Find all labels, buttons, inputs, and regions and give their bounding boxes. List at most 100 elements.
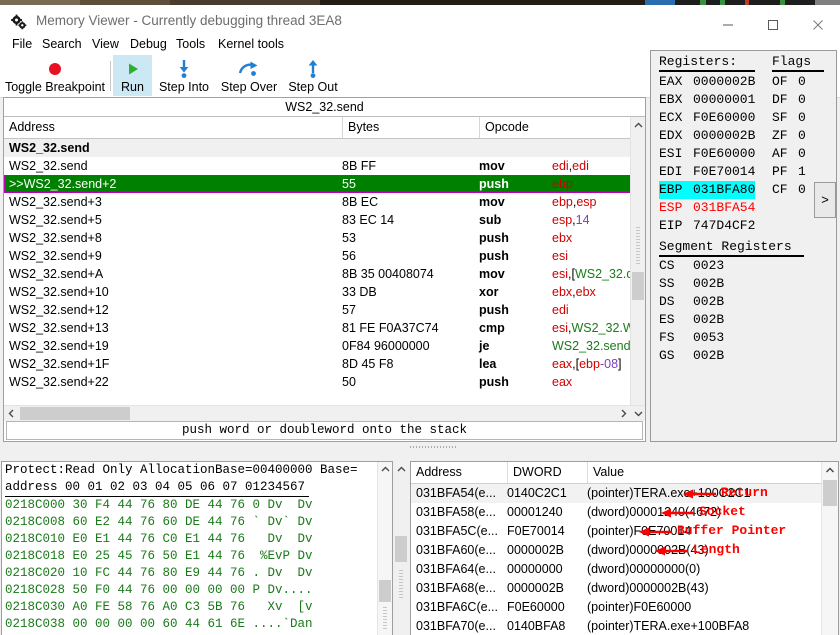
flag-row-af[interactable]: AF 0 — [772, 145, 806, 163]
disassembly-bytes: 8B 35 00408074 — [342, 267, 434, 281]
hexdump-row[interactable]: 0218C020 10 FC 44 76 80 E9 44 76 . Dv Dv — [5, 565, 313, 582]
disassembly-operands: edi,edi — [552, 159, 589, 173]
hex-scroll-thumb[interactable] — [379, 580, 391, 602]
hexdump-row[interactable]: 0218C030 A0 FE 58 76 A0 C3 5B 76 Xv [v — [5, 599, 313, 616]
disassembly-row[interactable]: WS2_32.send+13 81 FE F0A37C74 cmp esi,WS2_3… — [4, 319, 631, 337]
menu-search[interactable]: Search — [36, 35, 88, 53]
scroll-up-icon[interactable] — [631, 117, 645, 133]
register-row-ebx[interactable]: EBX 00000001 — [659, 91, 755, 109]
splitter-collapse-icon[interactable] — [394, 462, 408, 476]
stack-pane: Address DWORD Value 031BFA54(e... 0140C2C… — [410, 461, 839, 635]
scroll-right-icon[interactable] — [616, 406, 631, 421]
menu-kernel-tools[interactable]: Kernel tools — [212, 35, 290, 53]
flag-row-zf[interactable]: ZF 0 — [772, 127, 806, 145]
disassembly-row[interactable]: WS2_32.send+12 57 push edi — [4, 301, 631, 319]
toggle-breakpoint-button[interactable]: Toggle Breakpoint — [0, 55, 110, 96]
register-row-eip[interactable]: EIP 747D4CF2 — [659, 217, 755, 235]
section-label: WS2_32.send — [9, 141, 90, 155]
hexdump-row[interactable]: 0218C008 60 E2 44 76 60 DE 44 76 ` Dv` D… — [5, 514, 313, 531]
segment-row-ds[interactable]: DS 002B — [659, 293, 724, 311]
hexdump-row[interactable]: 0218C010 E0 E1 44 76 C0 E1 44 76 Dv Dv — [5, 531, 313, 548]
flag-row-pf[interactable]: PF 1 — [772, 163, 806, 181]
stack-scroll-thumb[interactable] — [823, 480, 837, 506]
stack-scroll-up-icon[interactable] — [822, 462, 838, 479]
flag-name: OF — [772, 74, 788, 89]
disassembly-row[interactable]: WS2_32.send+19 0F84 96000000 je WS2_32.send… — [4, 337, 631, 355]
disassembly-row[interactable]: WS2_32.send+22 50 push eax — [4, 373, 631, 391]
hexdump-row[interactable]: 0218C038 00 00 00 00 60 44 61 6E ....`Da… — [5, 616, 313, 633]
vertical-splitter[interactable] — [394, 452, 408, 635]
disassembly-row[interactable]: WS2_32.send+3 8B EC mov ebp,esp — [4, 193, 631, 211]
hexdump-row[interactable]: 0218C028 50 F0 44 76 00 00 00 00 P Dv...… — [5, 582, 313, 599]
stack-row[interactable]: 031BFA58(e... 00001240 (dword)00001240(467… — [411, 503, 823, 522]
segment-row-es[interactable]: ES 002B — [659, 311, 724, 329]
scroll-corner-down-icon[interactable] — [631, 406, 645, 421]
expand-registers-button[interactable]: > — [814, 182, 836, 218]
stack-value: (dword)0000002B(43) — [587, 581, 709, 595]
stack-address: 031BFA6C(e... — [416, 600, 498, 614]
disassembly-row[interactable]: >>WS2_32.send+2 55 push ebp — [4, 175, 631, 193]
menu-debug[interactable]: Debug — [124, 35, 173, 53]
menu-tools[interactable]: Tools — [170, 35, 211, 53]
register-row-esp[interactable]: ESP 031BFA54 — [659, 199, 755, 217]
disassembly-row[interactable]: WS2_32.send+1F 8D 45 F8 lea eax,[ebp-08] — [4, 355, 631, 373]
segment-value: 002B — [693, 312, 725, 327]
segment-row-ss[interactable]: SS 002B — [659, 275, 724, 293]
disassembly-vertical-scrollbar[interactable] — [630, 117, 645, 416]
stack-row[interactable]: 031BFA70(e... 0140BFA8 (pointer)TERA.exe+1… — [411, 617, 823, 635]
stack-column-header-address[interactable]: Address — [411, 462, 507, 483]
disassembly-horizontal-scrollbar[interactable] — [4, 405, 645, 421]
scroll-left-icon[interactable] — [4, 406, 19, 421]
stack-row[interactable]: 031BFA64(e... 00000000 (dword)00000000(0) — [411, 560, 823, 579]
step-over-button[interactable]: Step Over — [216, 55, 282, 96]
disassembly-row[interactable]: WS2_32.send+10 33 DB xor ebx,ebx — [4, 283, 631, 301]
register-row-ebp[interactable]: EBP 031BFA80 — [659, 181, 756, 199]
hexdump-rows[interactable]: 0218C000 30 F4 44 76 80 DE 44 76 0 Dv Dv… — [5, 497, 313, 635]
segment-row-gs[interactable]: GS 002B — [659, 347, 724, 365]
disassembly-row[interactable]: WS2_32.send+8 53 push ebx — [4, 229, 631, 247]
menu-view[interactable]: View — [86, 35, 125, 53]
flag-row-of[interactable]: OF 0 — [772, 73, 806, 91]
flag-row-sf[interactable]: SF 0 — [772, 109, 806, 127]
disassembly-pane: WS2_32.send Address Bytes Opcode WS2_32.… — [3, 97, 646, 442]
hscroll-thumb[interactable] — [20, 407, 130, 420]
annotation-arrow-icon — [655, 545, 689, 560]
splitter-thumb[interactable] — [395, 536, 407, 562]
register-row-edi[interactable]: EDI F0E70014 — [659, 163, 755, 181]
segment-row-cs[interactable]: CS 0023 — [659, 257, 724, 275]
menu-file[interactable]: File — [6, 35, 38, 53]
disassembly-row[interactable]: WS2_32.send+9 56 push esi — [4, 247, 631, 265]
disassembly-row[interactable]: WS2_32.send+5 83 EC 14 sub esp,14 — [4, 211, 631, 229]
hexdump-pane[interactable]: Protect:Read Only AllocationBase=0040000… — [1, 461, 393, 635]
horizontal-splitter[interactable] — [0, 443, 840, 451]
register-row-ecx[interactable]: ECX F0E60000 — [659, 109, 755, 127]
hexdump-vertical-scrollbar[interactable] — [377, 462, 392, 635]
stack-row[interactable]: 031BFA68(e... 0000002B (dword)0000002B(43) — [411, 579, 823, 598]
segment-row-fs[interactable]: FS 0053 — [659, 329, 724, 347]
hex-scroll-up-icon[interactable] — [378, 462, 392, 477]
step-into-button[interactable]: Step Into — [152, 55, 216, 96]
disassembly-rows[interactable]: WS2_32.send WS2_32.send 8B FF mov edi,edi >>… — [4, 139, 631, 416]
stack-rows[interactable]: 031BFA54(e... 0140C2C1 (pointer)TERA.exe+1… — [411, 484, 823, 635]
run-button[interactable]: Run — [113, 55, 152, 96]
step-out-button[interactable]: Step Out — [282, 55, 344, 96]
disassembly-row[interactable]: WS2_32.send+A 8B 35 00408074 mov esi,[WS2_3… — [4, 265, 631, 283]
register-row-eax[interactable]: EAX 0000002B — [659, 73, 755, 91]
stack-column-header-dword[interactable]: DWORD — [507, 462, 587, 483]
column-header-opcode[interactable]: Opcode — [479, 117, 645, 138]
stack-column-header-value[interactable]: Value — [587, 462, 823, 483]
hexdump-row[interactable]: 0218C000 30 F4 44 76 80 DE 44 76 0 Dv Dv — [5, 497, 313, 514]
column-header-address[interactable]: Address — [4, 117, 342, 138]
hexdump-row[interactable]: 0218C018 E0 25 45 76 50 E1 44 76 %EvP Dv — [5, 548, 313, 565]
stack-vertical-scrollbar[interactable] — [821, 462, 838, 635]
flag-row-df[interactable]: DF 0 — [772, 91, 806, 109]
column-header-bytes[interactable]: Bytes — [342, 117, 479, 138]
register-row-edx[interactable]: EDX 0000002B — [659, 127, 755, 145]
scroll-thumb[interactable] — [632, 272, 644, 300]
register-row-esi[interactable]: ESI F0E60000 — [659, 145, 755, 163]
stack-row[interactable]: 031BFA60(e... 0000002B (dword)0000002B(43) — [411, 541, 823, 560]
disassembly-row[interactable]: WS2_32.send 8B FF mov edi,edi — [4, 157, 631, 175]
flag-row-cf[interactable]: CF 0 — [772, 181, 806, 199]
flag-value: 1 — [798, 164, 806, 179]
stack-row[interactable]: 031BFA6C(e... F0E60000 (pointer)F0E60000 — [411, 598, 823, 617]
